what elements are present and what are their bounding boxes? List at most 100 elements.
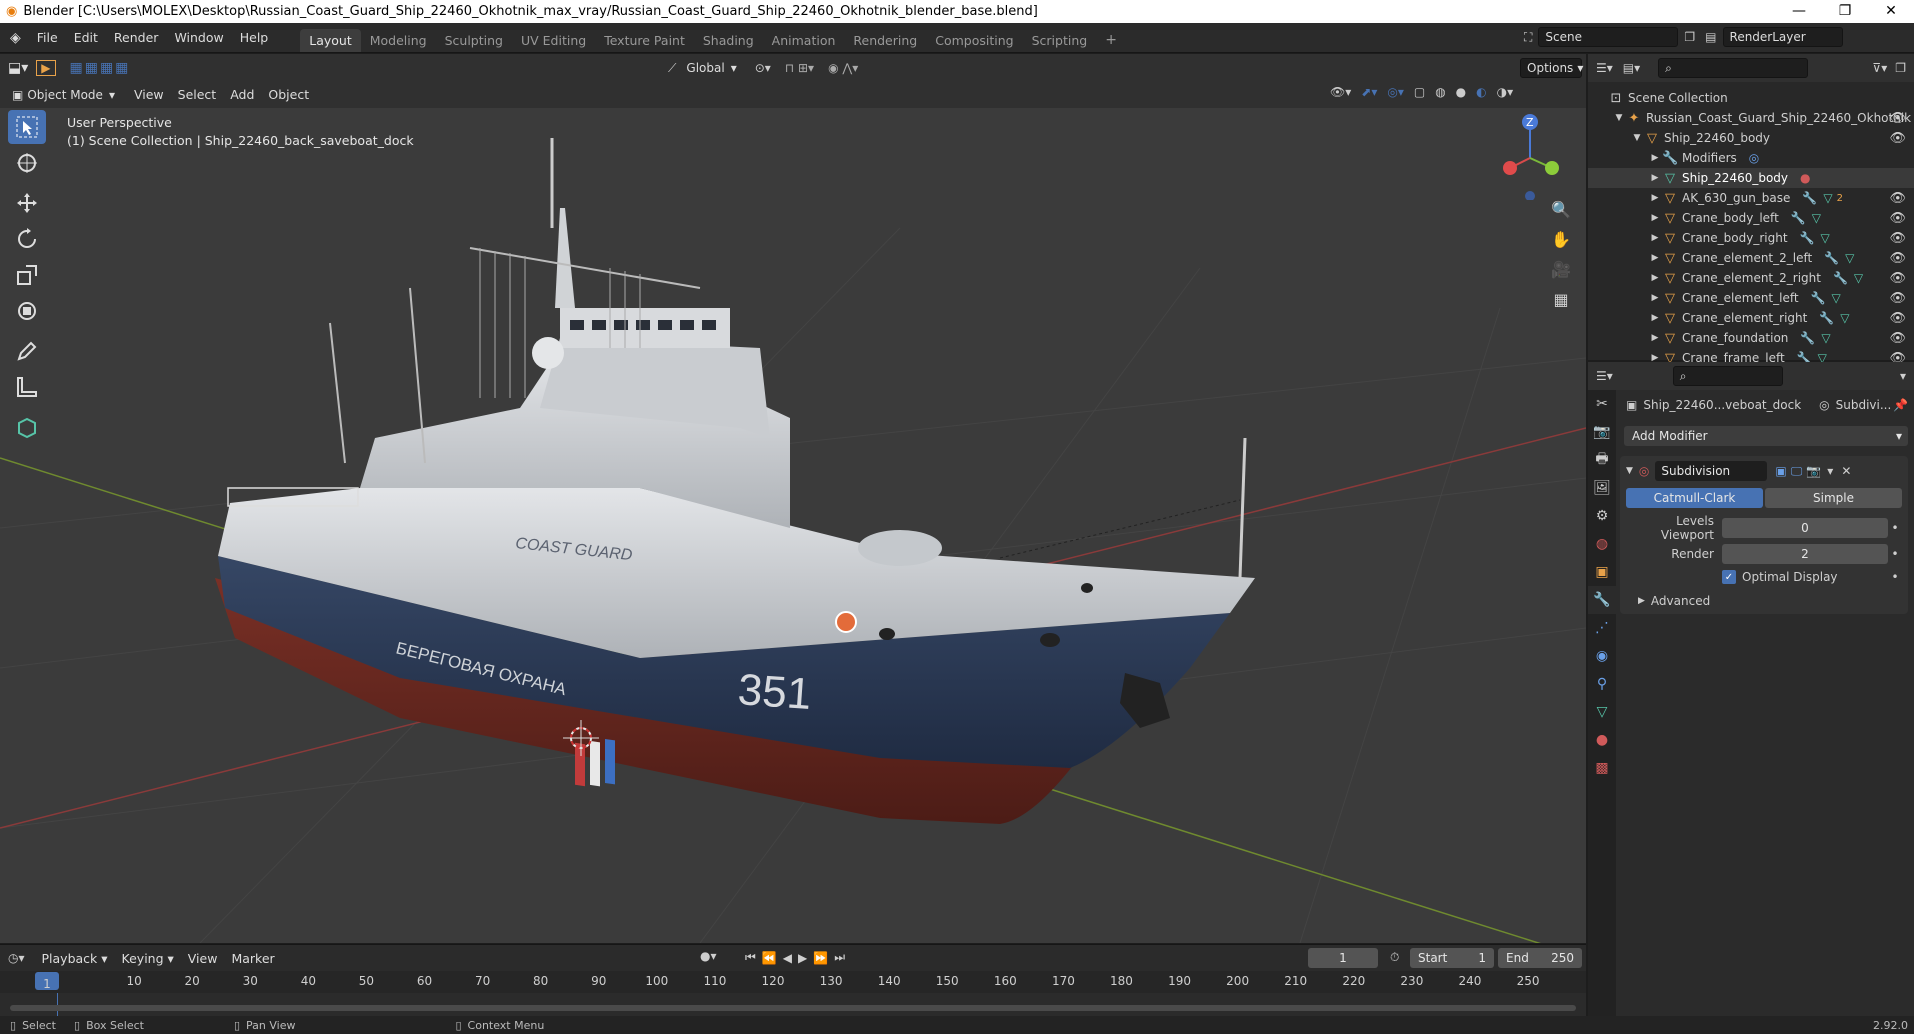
blender-menu-icon[interactable]: ◈ xyxy=(0,30,29,46)
menu-marker[interactable]: Marker xyxy=(224,949,281,968)
menu-add[interactable]: Add xyxy=(223,85,261,104)
collapse-triangle-icon[interactable]: ▼ xyxy=(1612,113,1626,123)
modifier-wrench-icon[interactable]: 🔧 xyxy=(1824,251,1839,265)
clock-icon[interactable]: ⏱ xyxy=(1390,950,1399,965)
tab-rendering[interactable]: Rendering xyxy=(844,29,926,52)
orthographic-grid-icon[interactable]: ▦ xyxy=(1546,284,1576,314)
material-shading-icon[interactable]: ◐ xyxy=(1476,85,1486,99)
mesh-data-icon[interactable]: ▽ xyxy=(1812,211,1821,225)
select-tool-mode-icon[interactable]: ▶ xyxy=(36,59,56,76)
x-axis-handle[interactable] xyxy=(1503,161,1517,175)
start-frame-field[interactable]: Start 1 xyxy=(1410,948,1494,968)
expand-triangle-icon[interactable]: ▶ xyxy=(1648,293,1662,303)
physics-tab-icon[interactable]: ◉ xyxy=(1588,642,1616,670)
render-tab-icon[interactable]: 📷 xyxy=(1588,418,1616,446)
viewport-toggle-icon[interactable]: 🖵 xyxy=(1791,464,1803,479)
measure-tool[interactable] xyxy=(8,370,46,404)
visibility-eye-icon[interactable]: 👁 xyxy=(1889,131,1906,146)
modifier-wrench-icon[interactable]: 🔧 xyxy=(1802,191,1817,205)
tab-compositing[interactable]: Compositing xyxy=(926,29,1022,52)
filter-icon[interactable]: ⊽▾ xyxy=(1872,61,1887,75)
menu-view[interactable]: View xyxy=(181,949,225,968)
transform-tool[interactable] xyxy=(8,294,46,328)
outliner-row[interactable]: ▶ ▽ Crane_element_2_left 🔧 ▽ 👁 xyxy=(1588,248,1914,268)
output-tab-icon[interactable]: 🖶 xyxy=(1588,446,1616,474)
playhead[interactable]: 1 xyxy=(35,972,59,991)
menu-view[interactable]: View xyxy=(127,85,171,104)
catmull-clark-button[interactable]: Catmull-Clark xyxy=(1626,488,1763,508)
outliner-row[interactable]: ▶ ▽ Crane_body_left 🔧 ▽ 👁 xyxy=(1588,208,1914,228)
zoom-icon[interactable]: 🔍 xyxy=(1546,194,1576,224)
menu-select[interactable]: Select xyxy=(171,85,224,104)
editor-type-icon[interactable]: ⬓▾ xyxy=(8,60,28,76)
render-layer-icon[interactable]: ▤ xyxy=(1705,30,1716,44)
visibility-eye-icon[interactable]: 👁 xyxy=(1889,211,1906,226)
scene-tab-icon[interactable]: ⚙ xyxy=(1588,502,1616,530)
outliner-row[interactable]: ▶ ▽ Crane_element_2_right 🔧 ▽ 👁 xyxy=(1588,268,1914,288)
overlay-toggle-icon[interactable]: ◎▾ xyxy=(1387,85,1404,99)
object-tab-icon[interactable]: ▣ xyxy=(1588,558,1616,586)
timeline-ruler[interactable]: 1 10 20 30 40 50 60 70 80 90 100 110 120 130 140 150 16… xyxy=(0,971,1586,993)
neg-z-axis-handle[interactable] xyxy=(1525,191,1535,200)
tab-scripting[interactable]: Scripting xyxy=(1023,29,1097,52)
visibility-icon[interactable]: 👁▾ xyxy=(1330,85,1351,99)
scale-tool[interactable] xyxy=(8,258,46,292)
visibility-eye-icon[interactable]: 👁 xyxy=(1889,291,1906,306)
mesh-data-icon[interactable]: ▽ xyxy=(1820,231,1829,245)
camera-view-icon[interactable]: 🎥 xyxy=(1546,254,1576,284)
xray-toggle-icon[interactable]: ▢ xyxy=(1414,85,1425,99)
visibility-eye-icon[interactable]: 👁 xyxy=(1889,111,1906,126)
tab-layout[interactable]: Layout xyxy=(300,28,361,52)
editor-type-icon[interactable]: ☰▾ xyxy=(1596,61,1613,75)
y-axis-handle[interactable] xyxy=(1545,161,1559,175)
data-tab-icon[interactable]: ▽ xyxy=(1588,698,1616,726)
outliner-search-input[interactable]: ⌕ xyxy=(1658,58,1809,78)
scene-selector[interactable]: Scene xyxy=(1538,27,1679,47)
pan-hand-icon[interactable]: ✋ xyxy=(1546,224,1576,254)
modifier-wrench-icon[interactable]: 🔧 xyxy=(1811,291,1826,305)
menu-render[interactable]: Render xyxy=(106,30,167,45)
outliner-row[interactable]: ▶ ▽ Crane_element_left 🔧 ▽ 👁 xyxy=(1588,288,1914,308)
outliner-row[interactable]: ▶ ▽ Crane_foundation 🔧 ▽ 👁 xyxy=(1588,328,1914,348)
new-scene-icon[interactable]: ❐ xyxy=(1684,30,1695,44)
3d-viewport[interactable]: 351 COAST GUARD БЕРЕГОВАЯ ОХРАНА ⬓▾ ▶ ▦▦… xyxy=(0,54,1586,943)
menu-help[interactable]: Help xyxy=(232,30,277,45)
select-box-tool[interactable] xyxy=(8,110,46,144)
expand-triangle-icon[interactable]: ▶ xyxy=(1648,153,1662,163)
modifier-wrench-icon[interactable]: 🔧 xyxy=(1800,331,1815,345)
modifier-wrench-icon[interactable]: 🔧 xyxy=(1800,231,1815,245)
timeline-scrollbar[interactable] xyxy=(10,1005,1576,1011)
proportional-edit-icon[interactable]: ◉ ⋀▾ xyxy=(828,61,858,75)
outliner-row[interactable]: ▶ ▽ Ship_22460_body ● xyxy=(1588,168,1914,188)
pin-icon[interactable]: 📌 xyxy=(1893,398,1908,412)
mesh-data-icon[interactable]: ▽ xyxy=(1821,331,1830,345)
modifier-wrench-icon[interactable]: 🔧 xyxy=(1791,211,1806,225)
expand-triangle-icon[interactable]: ▶ xyxy=(1648,253,1662,263)
visibility-eye-icon[interactable]: 👁 xyxy=(1889,271,1906,286)
tab-uv-editing[interactable]: UV Editing xyxy=(512,29,595,52)
tab-modeling[interactable]: Modeling xyxy=(361,29,436,52)
close-button[interactable]: ✕ xyxy=(1868,0,1914,23)
remove-modifier-icon[interactable]: ✕ xyxy=(1841,464,1851,478)
tool-tab-icon[interactable]: ✂ xyxy=(1588,390,1616,418)
play-reverse-icon[interactable]: ◀ xyxy=(783,951,792,965)
selection-mode-set-icon[interactable]: ▦▦▦▦ xyxy=(70,60,131,76)
editor-type-icon[interactable]: ◷▾ xyxy=(8,951,25,965)
render-layer-selector[interactable]: RenderLayer xyxy=(1722,27,1843,47)
move-tool[interactable] xyxy=(8,186,46,220)
ship-model-render[interactable]: 351 COAST GUARD БЕРЕГОВАЯ ОХРАНА xyxy=(0,108,1586,943)
mode-selector[interactable]: ▣ Object Mode ▾ xyxy=(8,85,119,105)
collapse-triangle-icon[interactable]: ▼ xyxy=(1630,133,1644,143)
keyframe-dot-icon[interactable]: • xyxy=(1888,570,1902,584)
expand-triangle-icon[interactable]: ▶ xyxy=(1648,173,1662,183)
chevron-down-icon[interactable]: ▾ xyxy=(1900,369,1906,383)
record-button-icon[interactable]: ●▾ xyxy=(700,949,717,963)
play-icon[interactable]: ▶ xyxy=(798,951,807,965)
modifier-name-input[interactable]: Subdivision xyxy=(1655,461,1768,481)
rotate-tool[interactable] xyxy=(8,222,46,256)
optimal-display-checkbox[interactable]: ✓ xyxy=(1722,570,1736,584)
properties-search-input[interactable]: ⌕ xyxy=(1672,366,1783,386)
tab-shading[interactable]: Shading xyxy=(694,29,763,52)
mesh-data-icon[interactable]: ▽ xyxy=(1845,251,1854,265)
mesh-data-icon[interactable]: ▽ xyxy=(1854,271,1863,285)
